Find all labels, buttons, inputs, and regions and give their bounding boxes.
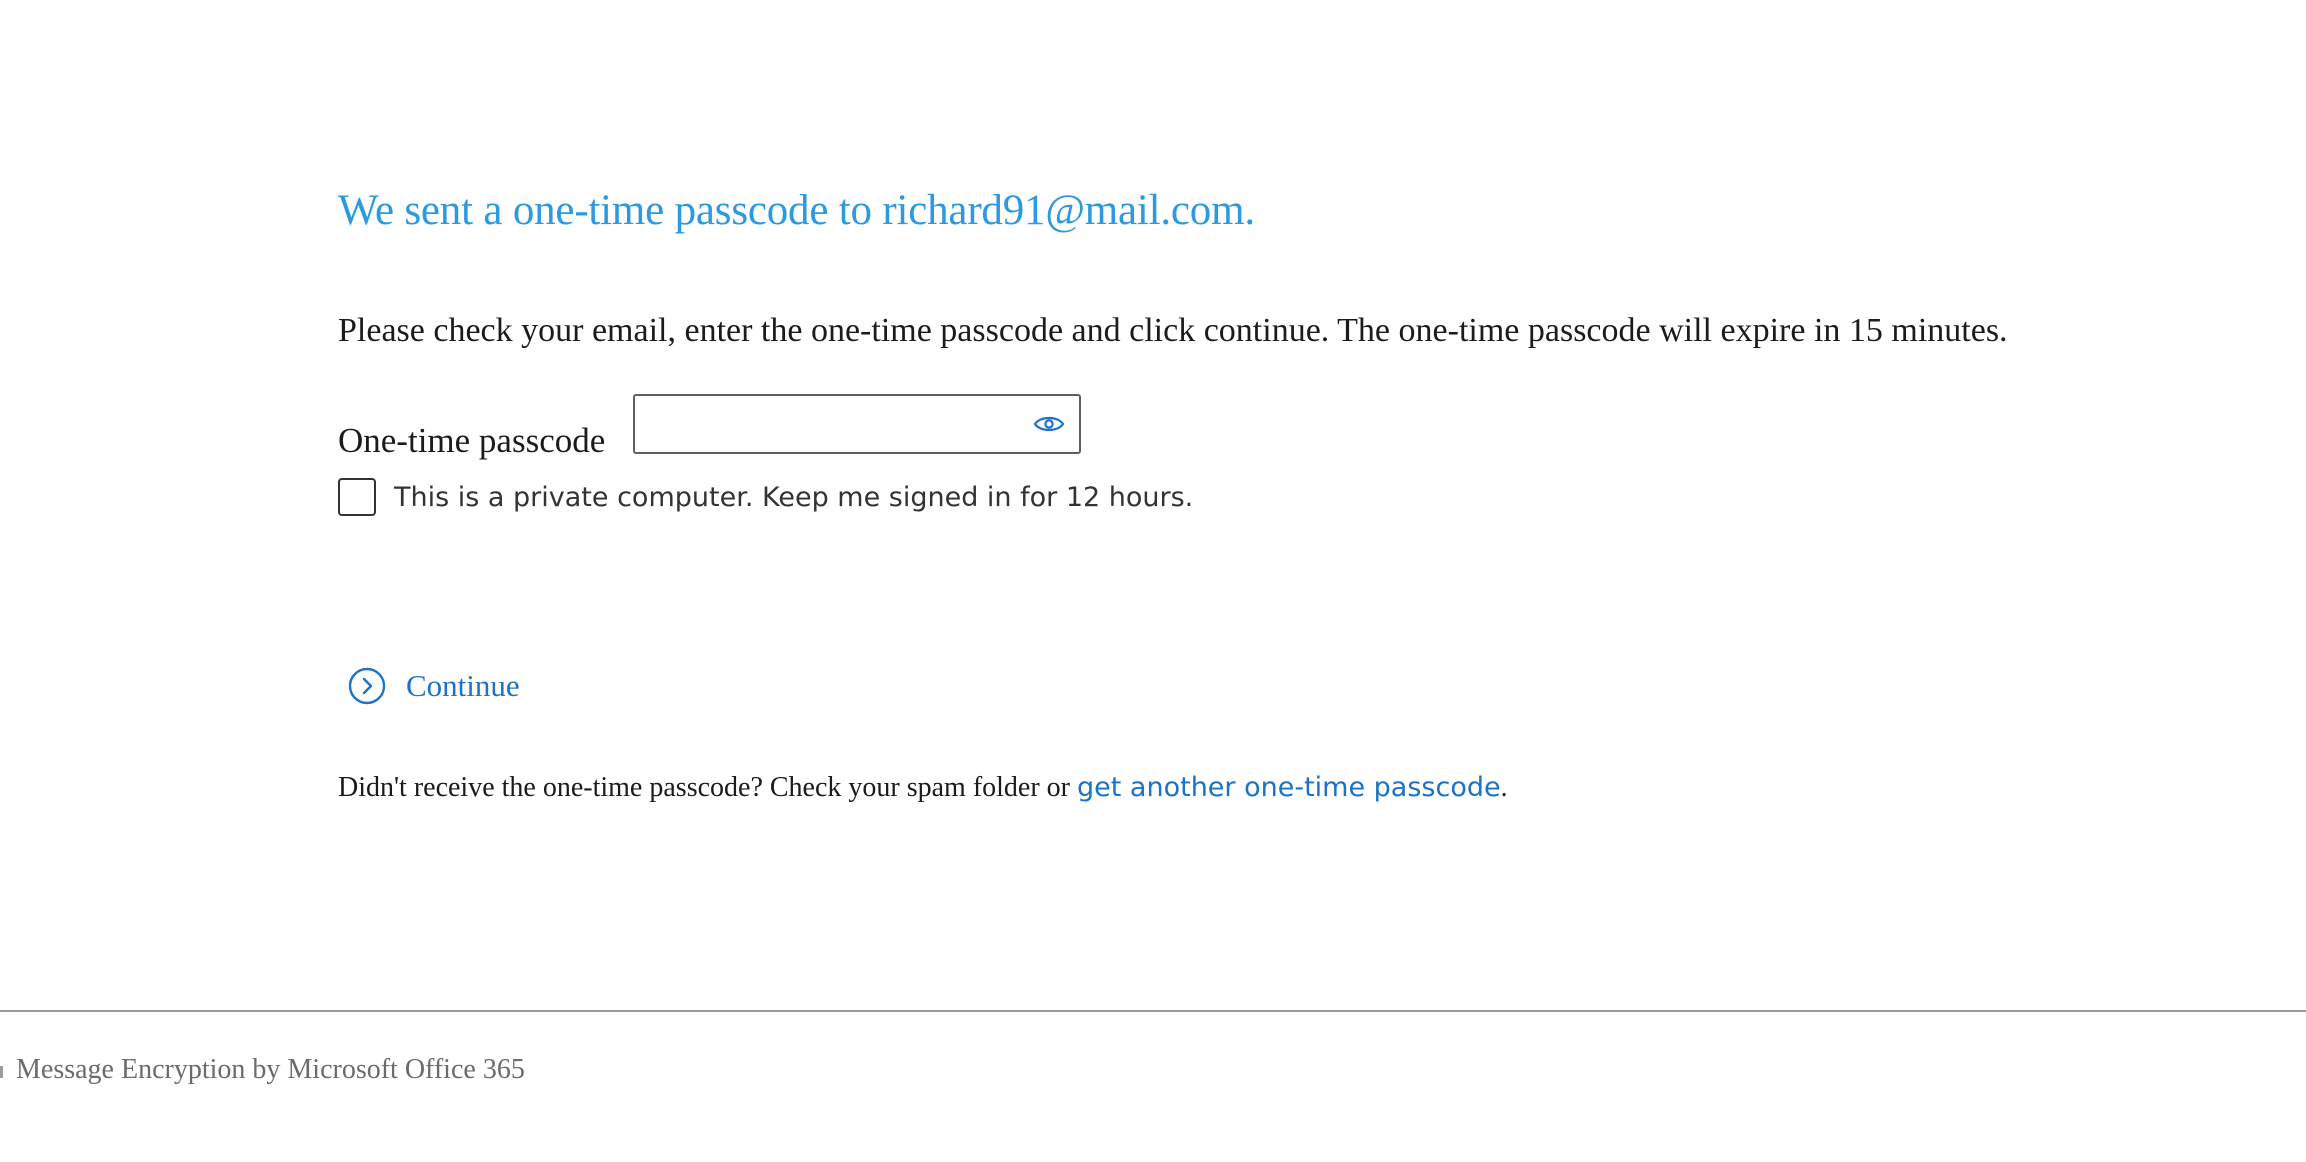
instructions-text: Please check your email, enter the one-t…: [338, 312, 2008, 349]
resend-prefix: Didn't receive the one-time passcode? Ch…: [338, 772, 1078, 803]
footer-divider: [0, 1010, 2306, 1012]
resend-suffix: .: [1500, 772, 1508, 803]
keep-signed-in-label: This is a private computer. Keep me sign…: [394, 481, 1194, 513]
passcode-field: [633, 394, 1081, 454]
page-title: We sent a one-time passcode to richard91…: [338, 187, 1255, 234]
passcode-label: One-time passcode: [338, 421, 606, 460]
keep-signed-in-checkbox[interactable]: [338, 478, 376, 516]
resend-passcode-link[interactable]: get another one-time passcode: [1077, 772, 1501, 803]
passcode-input[interactable]: [635, 396, 1015, 452]
eye-icon[interactable]: [1033, 412, 1065, 436]
resend-text: Didn't receive the one-time passcode? Ch…: [338, 772, 1508, 804]
footer-logo-fragment: [0, 1066, 3, 1078]
continue-label: Continue: [406, 668, 520, 703]
continue-button[interactable]: Continue: [348, 667, 520, 705]
chevron-right-circle-icon: [348, 667, 386, 705]
keep-signed-in-row: This is a private computer. Keep me sign…: [338, 478, 1193, 516]
footer-text: Message Encryption by Microsoft Office 3…: [16, 1054, 525, 1085]
